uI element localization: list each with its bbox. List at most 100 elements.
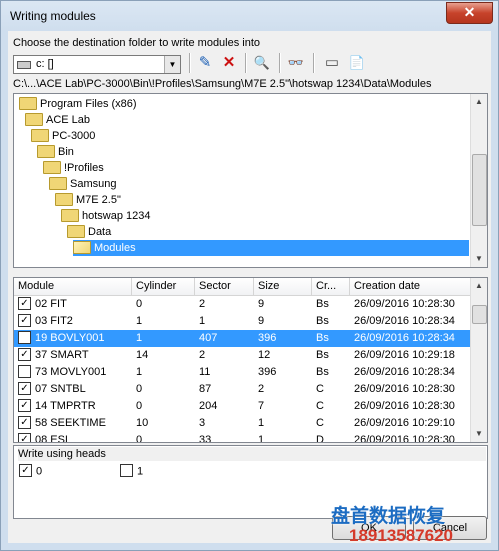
column-header[interactable]: Cr... — [312, 278, 350, 295]
scroll-down-icon[interactable]: ▼ — [471, 251, 487, 267]
drive-select[interactable]: c: [] ▼ — [13, 55, 181, 74]
writing-modules-dialog: Writing modules ✕ Choose the destination… — [0, 0, 499, 551]
checkbox-icon[interactable]: ✓ — [19, 464, 32, 477]
tree-item[interactable]: Bin — [37, 144, 74, 160]
cell-text: 0 — [136, 298, 143, 310]
cell-text: 26/09/2016 10:28:30 — [354, 298, 455, 310]
cell-text: 407 — [199, 332, 218, 344]
tree-item[interactable]: PC-3000 — [31, 128, 95, 144]
binoculars-icon[interactable]: 👓 — [286, 53, 306, 73]
drive-icon[interactable]: ▭ — [322, 53, 342, 73]
table-cell: 26/09/2016 10:28:30 — [354, 432, 471, 443]
tree-item-label: Bin — [58, 146, 74, 158]
tree-item[interactable]: hotswap 1234 — [61, 208, 151, 224]
checkbox-icon[interactable]: ✓ — [18, 415, 31, 429]
scroll-down-icon[interactable]: ▼ — [471, 426, 487, 442]
table-cell: 26/09/2016 10:29:18 — [354, 347, 471, 364]
toolbar-separator — [189, 53, 191, 73]
cell-text: 396 — [258, 332, 277, 344]
notes-icon[interactable]: 📄 — [347, 53, 367, 73]
folder-tree[interactable]: Modules Data hotswap 1234 M7E 2.5" Samsung !P… — [13, 93, 488, 268]
cell-text: 2 — [258, 383, 265, 395]
table-cell: 26/09/2016 10:28:34 — [354, 330, 471, 347]
cell-text: 11 — [199, 366, 211, 378]
tree-item[interactable]: Program Files (x86) — [19, 96, 137, 112]
table-row[interactable]: ✓ 58 SEEKTIME 10 3 1 C 26/09/2016 10:29:10 — [14, 415, 471, 432]
folder-icon — [73, 240, 91, 254]
table-row[interactable]: ✓ 14 TMPRTR 0 204 7 C 26/09/2016 10:28:30 — [14, 398, 471, 415]
cell-text: 26/09/2016 10:29:18 — [354, 349, 455, 361]
table-cell: 396 — [258, 364, 312, 381]
table-cell: 1 — [136, 313, 195, 330]
toolbar-separator — [279, 53, 281, 73]
table-cell: ✓ 37 SMART — [18, 347, 132, 364]
column-header[interactable]: Module — [14, 278, 132, 295]
cell-text: 2 — [199, 298, 206, 310]
head-0-label: 0 — [36, 465, 43, 478]
delete-x-icon[interactable]: ✕ — [219, 53, 239, 73]
chevron-down-icon[interactable]: ▼ — [164, 56, 180, 73]
tree-item[interactable]: !Profiles — [43, 160, 104, 176]
tree-item[interactable]: Data — [67, 224, 111, 240]
cell-text: 33 — [199, 434, 212, 443]
cell-text: 26/09/2016 10:28:34 — [354, 332, 455, 344]
table-cell: Bs — [316, 347, 350, 364]
table-row[interactable]: ✓ 03 FIT2 1 1 9 Bs 26/09/2016 10:28:34 — [14, 313, 471, 330]
table-cell: C — [316, 381, 350, 398]
edit-pencil-icon[interactable]: ✎ — [195, 53, 215, 73]
table-cell: ✓ 07 SNTBL — [18, 381, 132, 398]
watermark-phone: 18913587620 — [349, 526, 454, 545]
table-row[interactable]: ✓ 07 SNTBL 0 87 2 C 26/09/2016 10:28:30 — [14, 381, 471, 398]
table-cell: 87 — [199, 381, 254, 398]
checkbox-icon[interactable]: ✓ — [18, 398, 31, 412]
cell-text: 12 — [258, 349, 271, 361]
checkbox-icon[interactable]: ✓ — [18, 296, 31, 310]
modules-table[interactable]: Module Cylinder Sector Size Cr... Creation da… — [13, 277, 488, 443]
checkbox-icon[interactable] — [18, 364, 31, 378]
table-cell: Bs — [316, 296, 350, 313]
tree-item-label: PC-3000 — [52, 130, 96, 142]
head-1-checkbox[interactable]: 1 — [120, 464, 143, 478]
scroll-up-icon[interactable]: ▲ — [471, 94, 487, 110]
folder-icon — [25, 112, 43, 126]
head-0-checkbox[interactable]: ✓ 0 — [19, 464, 43, 478]
table-cell: 26/09/2016 10:28:30 — [354, 398, 471, 415]
table-row[interactable]: ✓ 37 SMART 14 2 12 Bs 26/09/2016 10:29:18 — [14, 347, 471, 364]
tree-item[interactable]: Modules — [73, 240, 469, 256]
find-file-icon[interactable]: 🔍 — [252, 53, 272, 73]
table-row[interactable]: 19 BOVLY001 1 407 396 Bs 26/09/2016 10:28:34 — [14, 330, 471, 347]
close-button[interactable]: ✕ — [446, 2, 493, 24]
table-cell: C — [316, 398, 350, 415]
checkbox-icon[interactable]: ✓ — [18, 432, 31, 442]
cell-text: 9 — [258, 315, 265, 327]
table-scrollbar[interactable]: ▲ ▼ — [470, 278, 487, 442]
table-cell: ✓ 08 ESL — [18, 432, 132, 442]
table-row[interactable]: ✓ 02 FIT 0 2 9 Bs 26/09/2016 10:28:30 — [14, 296, 471, 313]
folder-icon — [61, 208, 79, 222]
scroll-up-icon[interactable]: ▲ — [471, 278, 487, 294]
checkbox-icon[interactable] — [120, 464, 133, 477]
checkbox-icon[interactable]: ✓ — [18, 313, 31, 327]
checkbox-icon[interactable]: ✓ — [18, 381, 31, 395]
column-header[interactable]: Sector — [195, 278, 254, 295]
tree-item[interactable]: M7E 2.5" — [55, 192, 121, 208]
title-bar: Writing modules ✕ — [1, 1, 498, 31]
tree-item[interactable]: Samsung — [49, 176, 116, 192]
tree-scroll-thumb[interactable] — [472, 154, 487, 226]
folder-icon — [31, 128, 49, 142]
tree-item[interactable]: ACE Lab — [25, 112, 90, 128]
cell-text: 26/09/2016 10:28:30 — [354, 434, 455, 443]
cell-text: Bs — [316, 332, 329, 344]
tree-scrollbar[interactable]: ▲ ▼ — [470, 94, 487, 267]
table-row[interactable]: 73 MOVLY001 1 11 396 Bs 26/09/2016 10:28:34 — [14, 364, 471, 381]
column-header[interactable]: Size — [254, 278, 312, 295]
column-header[interactable]: Cylinder — [132, 278, 195, 295]
cell-text: 07 SNTBL — [35, 383, 86, 395]
table-row[interactable]: ✓ 08 ESL 0 33 1 D 26/09/2016 10:28:30 — [14, 432, 471, 443]
checkbox-icon[interactable] — [18, 330, 31, 344]
column-header[interactable]: Creation date — [350, 278, 471, 295]
table-cell: 1 — [258, 432, 312, 442]
checkbox-icon[interactable]: ✓ — [18, 347, 31, 361]
table-scroll-thumb[interactable] — [472, 305, 487, 324]
cell-text: 58 SEEKTIME — [35, 417, 106, 429]
